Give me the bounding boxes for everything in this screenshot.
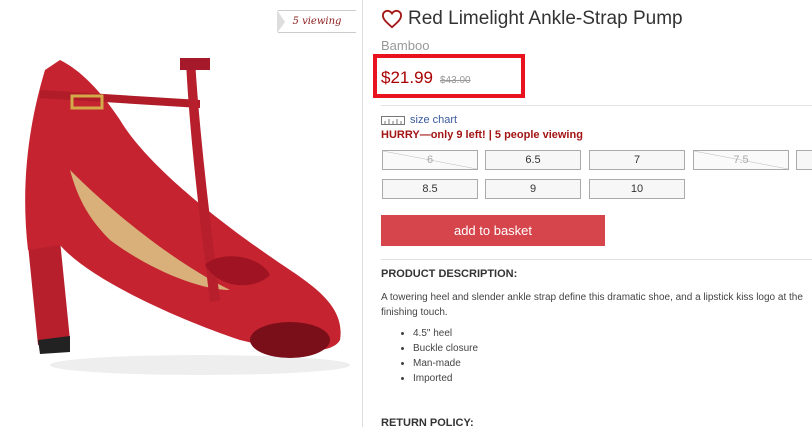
size-option-9[interactable]: 9	[485, 179, 581, 199]
add-to-basket-button[interactable]: add to basket	[381, 215, 605, 246]
divider	[381, 259, 812, 260]
viewing-count-badge: 5 viewing	[277, 10, 356, 33]
size-option-partial[interactable]	[796, 150, 812, 170]
divider	[381, 105, 812, 106]
size-chart-label: size chart	[410, 114, 458, 126]
product-image-panel: 5 viewing	[0, 0, 363, 427]
size-option-6-5[interactable]: 6.5	[485, 150, 581, 170]
size-chart-link[interactable]: size chart	[381, 114, 457, 126]
list-item: Man-made	[413, 356, 478, 371]
heart-icon[interactable]	[381, 9, 403, 29]
product-title: Red Limelight Ankle-Strap Pump	[408, 8, 683, 29]
urgency-message: HURRY—only 9 left! | 5 people viewing	[381, 129, 583, 141]
feature-list: 4.5" heel Buckle closure Man-made Import…	[381, 326, 478, 386]
product-details: Red Limelight Ankle-Strap Pump Bamboo $2…	[373, 0, 812, 429]
size-option-7[interactable]: 7	[589, 150, 685, 170]
ruler-icon	[381, 115, 405, 125]
list-item: Imported	[413, 371, 478, 386]
original-price: $43.00	[440, 75, 471, 86]
list-item: Buckle closure	[413, 341, 478, 356]
brand-name: Bamboo	[381, 38, 430, 53]
size-option-6[interactable]: 6	[382, 150, 478, 170]
title-row: Red Limelight Ankle-Strap Pump	[381, 8, 683, 30]
size-option-10[interactable]: 10	[589, 179, 685, 199]
sale-price: $21.99	[381, 68, 433, 87]
size-option-8-5[interactable]: 8.5	[382, 179, 478, 199]
list-item: 4.5" heel	[413, 326, 478, 341]
size-option-7-5[interactable]: 7.5	[693, 150, 789, 170]
return-policy-heading: RETURN POLICY:	[381, 417, 474, 429]
product-image[interactable]	[0, 40, 360, 385]
description-heading: PRODUCT DESCRIPTION:	[381, 268, 518, 280]
description-text: A towering heel and slender ankle strap …	[381, 292, 803, 318]
